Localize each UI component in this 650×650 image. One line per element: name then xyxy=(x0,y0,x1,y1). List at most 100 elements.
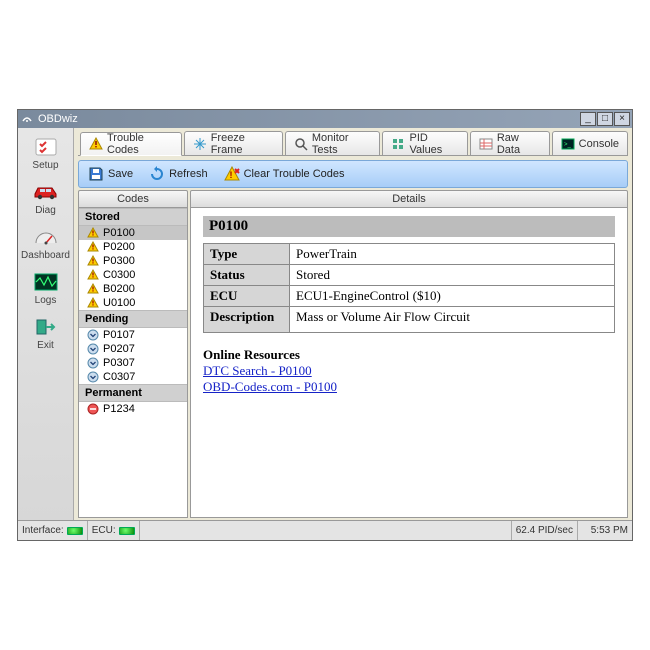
code-label: P0200 xyxy=(103,241,135,253)
tab-label: Monitor Tests xyxy=(312,132,372,156)
detail-code-title: P0100 xyxy=(203,216,615,237)
detail-type-label: Type xyxy=(204,244,290,265)
code-status-icon xyxy=(87,343,99,355)
details-header: Details xyxy=(190,190,628,208)
code-item[interactable]: P1234 xyxy=(79,402,187,416)
tab-label: Raw Data xyxy=(497,132,541,156)
tab-pid-values[interactable]: PID Values xyxy=(382,131,467,155)
main-panel: Trouble Codes Freeze Frame Monitor Tests… xyxy=(74,128,632,520)
app-window: OBDwiz _ □ × Setup Diag xyxy=(17,109,633,541)
tab-raw-data[interactable]: Raw Data xyxy=(470,131,550,155)
status-spacer xyxy=(140,521,512,540)
button-label: Refresh xyxy=(169,168,208,180)
code-label: C0300 xyxy=(103,269,135,281)
codes-list[interactable]: StoredP0100 P0200 P0300 C0300B0200U0100Pend… xyxy=(78,208,188,518)
tab-freeze-frame[interactable]: Freeze Frame xyxy=(184,131,283,155)
code-item[interactable]: P0307 xyxy=(79,356,187,370)
floppy-icon xyxy=(88,166,104,182)
sidebar-item-logs[interactable]: Logs xyxy=(22,267,70,312)
code-item[interactable]: P0207 xyxy=(79,342,187,356)
refresh-button[interactable]: Refresh xyxy=(144,163,213,185)
sidebar-item-diag[interactable]: Diag xyxy=(22,177,70,222)
code-status-icon xyxy=(87,227,99,239)
code-item[interactable]: P0300 xyxy=(79,254,187,268)
tab-trouble-codes[interactable]: Trouble Codes xyxy=(80,132,182,156)
code-label: P0100 xyxy=(103,227,135,239)
warning-clear-icon: ! xyxy=(224,166,240,182)
code-status-icon xyxy=(87,241,99,253)
checklist-icon xyxy=(32,136,60,158)
status-bar: Interface: ECU: 62.4 PID/sec 5:53 PM xyxy=(18,520,632,540)
code-status-icon xyxy=(87,269,99,281)
tab-label: Trouble Codes xyxy=(107,132,173,156)
sidebar-item-setup[interactable]: Setup xyxy=(22,132,70,177)
detail-table: TypePowerTrain StatusStored ECUECU1-Engi… xyxy=(203,243,615,333)
code-item[interactable]: B0200 xyxy=(79,282,187,296)
codes-group-header: Permanent xyxy=(79,384,187,402)
detail-status-label: Status xyxy=(204,265,290,286)
sidebar-item-label: Exit xyxy=(37,340,54,351)
close-button[interactable]: × xyxy=(614,112,630,126)
code-status-icon xyxy=(87,403,99,415)
code-item[interactable]: C0300 xyxy=(79,268,187,282)
online-resources-header: Online Resources xyxy=(203,347,615,363)
status-ecu: ECU: xyxy=(88,521,140,540)
sidebar-item-label: Setup xyxy=(32,160,58,171)
table-icon xyxy=(479,137,493,151)
exit-icon xyxy=(32,316,60,338)
tab-label: Freeze Frame xyxy=(211,132,274,156)
detail-desc-label: Description xyxy=(204,307,290,333)
magnifier-icon xyxy=(294,137,308,151)
ecu-led-icon xyxy=(119,527,135,535)
link-obd-codes[interactable]: OBD-Codes.com - P0100 xyxy=(203,379,337,395)
sidebar: Setup Diag Dashboard Logs xyxy=(18,128,74,520)
save-button[interactable]: Save xyxy=(83,163,138,185)
status-ecu-label: ECU: xyxy=(92,525,116,536)
tab-label: PID Values xyxy=(409,132,458,156)
code-status-icon xyxy=(87,255,99,267)
warning-icon xyxy=(89,137,103,151)
button-label: Save xyxy=(108,168,133,180)
detail-ecu-value: ECU1-EngineControl ($10) xyxy=(290,286,615,307)
sidebar-item-exit[interactable]: Exit xyxy=(22,312,70,357)
code-item[interactable]: C0307 xyxy=(79,370,187,384)
code-item[interactable]: P0200 xyxy=(79,240,187,254)
clear-trouble-codes-button[interactable]: ! Clear Trouble Codes xyxy=(219,163,350,185)
window-title: OBDwiz xyxy=(38,113,580,125)
detail-ecu-label: ECU xyxy=(204,286,290,307)
detail-desc-value: Mass or Volume Air Flow Circuit xyxy=(290,307,615,333)
code-item[interactable]: P0107 xyxy=(79,328,187,342)
tab-bar: Trouble Codes Freeze Frame Monitor Tests… xyxy=(78,130,628,156)
codes-group-header: Pending xyxy=(79,310,187,328)
minimize-button[interactable]: _ xyxy=(580,112,596,126)
tab-monitor-tests[interactable]: Monitor Tests xyxy=(285,131,381,155)
snowflake-icon xyxy=(193,137,207,151)
gauge-icon xyxy=(32,226,60,248)
maximize-button[interactable]: □ xyxy=(597,112,613,126)
tab-console[interactable]: >_ Console xyxy=(552,131,628,155)
code-item[interactable]: U0100 xyxy=(79,296,187,310)
code-label: P0300 xyxy=(103,255,135,267)
details-panel: P0100 TypePowerTrain StatusStored ECUECU… xyxy=(190,208,628,518)
link-dtc-search[interactable]: DTC Search - P0100 xyxy=(203,363,312,379)
refresh-icon xyxy=(149,166,165,182)
code-status-icon xyxy=(87,283,99,295)
code-label: U0100 xyxy=(103,297,135,309)
code-label: P0107 xyxy=(103,329,135,341)
car-icon xyxy=(32,181,60,203)
status-interface: Interface: xyxy=(18,521,88,540)
sidebar-item-label: Logs xyxy=(35,295,57,306)
svg-text:!: ! xyxy=(229,170,232,180)
status-pid-rate: 62.4 PID/sec xyxy=(512,521,578,540)
grid-icon xyxy=(391,137,405,151)
status-time: 5:53 PM xyxy=(578,521,632,540)
detail-type-value: PowerTrain xyxy=(290,244,615,265)
code-item[interactable]: P0100 xyxy=(79,226,187,240)
codes-column: Codes StoredP0100P0200P0300C0300B0200U01… xyxy=(78,190,188,518)
terminal-icon: >_ xyxy=(561,137,575,151)
codes-group-header: Stored xyxy=(79,208,187,226)
details-column: Details P0100 TypePowerTrain StatusStore… xyxy=(190,190,628,518)
sidebar-item-dashboard[interactable]: Dashboard xyxy=(22,222,70,267)
toolbar: Save Refresh ! Clear Trouble Codes xyxy=(78,160,628,188)
sidebar-item-label: Diag xyxy=(35,205,56,216)
